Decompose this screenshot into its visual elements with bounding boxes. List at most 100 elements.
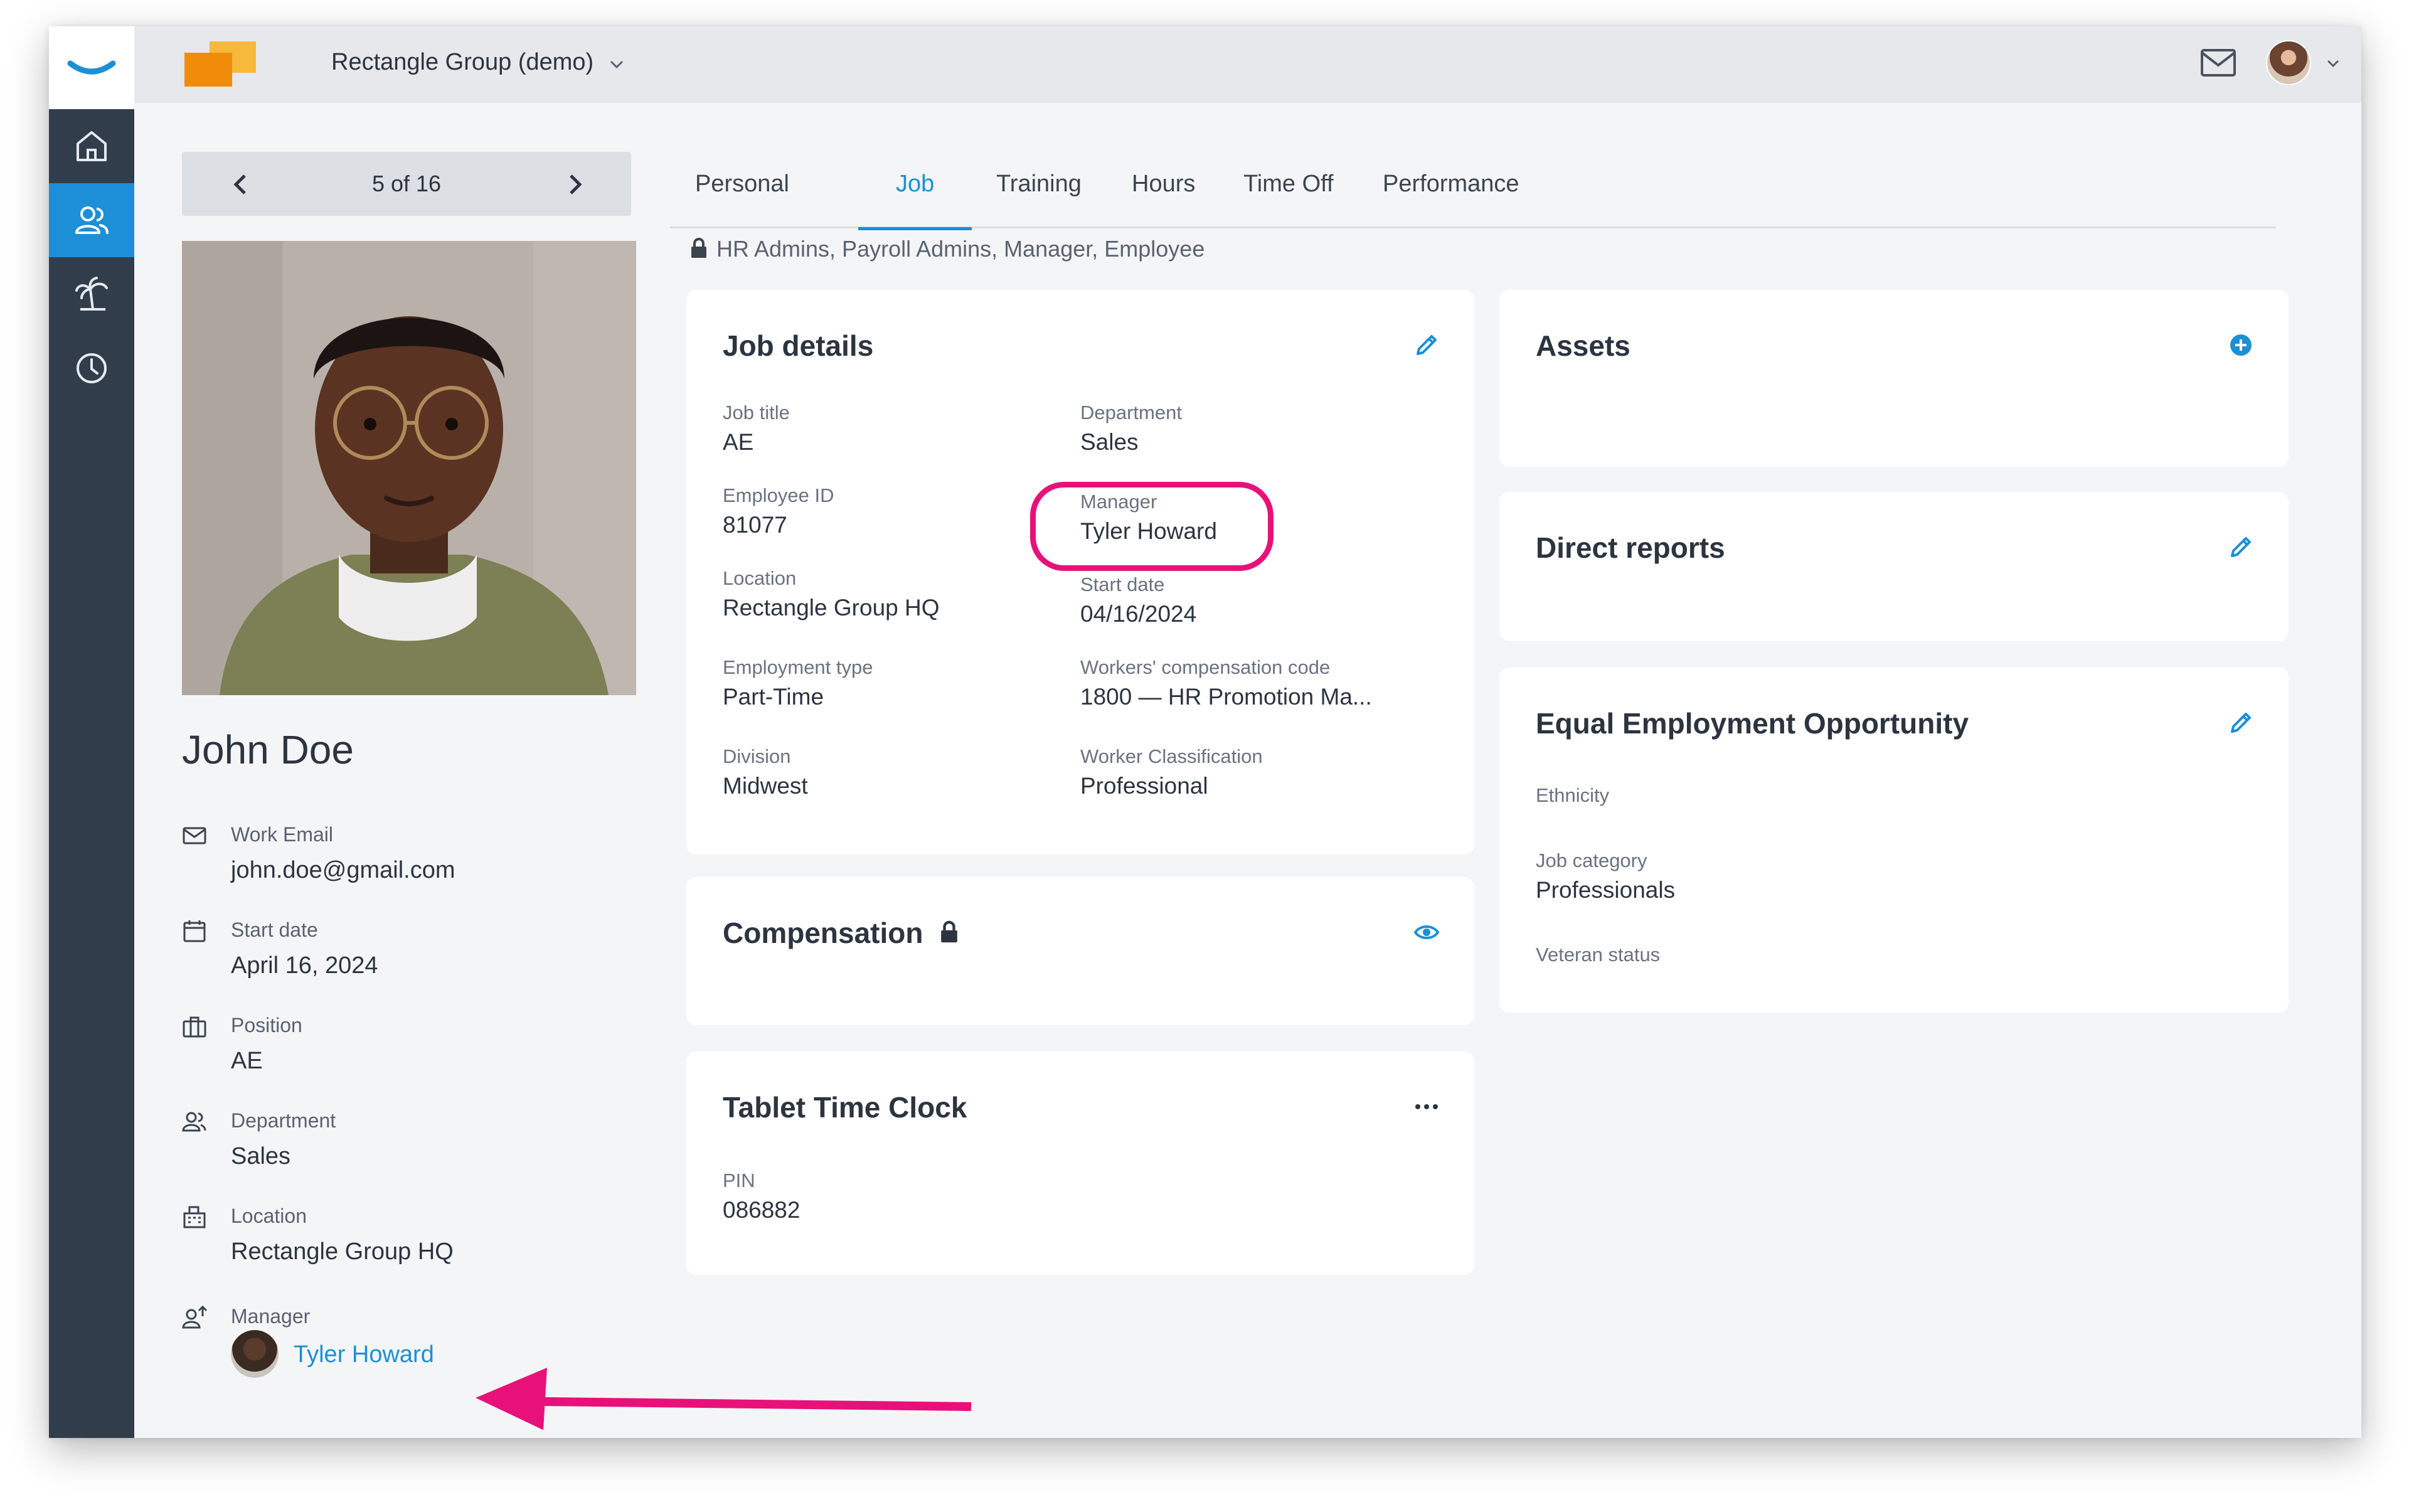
tab-time-off[interactable]: Time Off: [1243, 171, 1334, 228]
eeo-card: Equal Employment Opportunity Ethnicity J…: [1499, 668, 2289, 1013]
job-title-field: Job title AE: [723, 402, 790, 455]
mail-icon: [183, 827, 206, 844]
field-value: 1800 — HR Promotion Ma...: [1080, 684, 1372, 710]
field-label: Start date: [1080, 573, 1165, 595]
people-icon: [182, 1112, 206, 1132]
add-icon[interactable]: [2227, 331, 2255, 359]
field-label: Ethnicity: [1536, 784, 1610, 806]
chevron-down-icon[interactable]: [606, 54, 627, 75]
position-value: AE: [231, 1048, 263, 1074]
calendar-icon: [183, 920, 206, 942]
tab-hours[interactable]: Hours: [1132, 171, 1195, 228]
app-logo[interactable]: [49, 26, 134, 109]
permissions-text: HR Admins, Payroll Admins, Manager, Empl…: [716, 236, 1205, 262]
profile-photo: [182, 241, 636, 695]
field-value: Professionals: [1536, 877, 1676, 903]
department-label: Department: [231, 1109, 336, 1132]
field-label: Employment type: [723, 656, 873, 678]
job-category-field: Job category Professionals: [1536, 849, 1675, 903]
employee-id-field: Employee ID 81077: [723, 484, 834, 538]
work-email-row: Work Email john.doe@gmail.com: [182, 823, 634, 886]
field-value: Professional: [1080, 773, 1208, 799]
tab-job[interactable]: Job: [858, 171, 972, 230]
tablet-time-clock-card: Tablet Time Clock PIN 086882: [686, 1051, 1474, 1275]
field-label: Employee ID: [723, 484, 834, 506]
user-avatar[interactable]: [2266, 40, 2311, 85]
pin-field: PIN 086882: [723, 1169, 800, 1223]
field-label: Job category: [1536, 849, 1647, 871]
field-label: Veteran status: [1536, 944, 1661, 966]
field-label: Workers' compensation code: [1080, 656, 1331, 678]
location-row: Location Rectangle Group HQ: [182, 1205, 634, 1267]
palm-tree-icon: [75, 277, 108, 311]
building-icon: [183, 1206, 206, 1228]
mail-icon[interactable]: [2199, 48, 2237, 78]
veteran-status-field: Veteran status: [1536, 944, 1660, 966]
home-icon: [77, 131, 107, 161]
field-value: Midwest: [723, 773, 808, 799]
company-name[interactable]: Rectangle Group (demo): [331, 49, 593, 76]
eye-icon[interactable]: [1413, 918, 1440, 946]
start-date-value: April 16, 2024: [231, 952, 378, 979]
app-window: Rectangle Group (demo) 5 of 16 John Doe …: [49, 26, 2361, 1438]
more-options-icon[interactable]: [1413, 1093, 1440, 1121]
department-field: Department Sales: [1080, 402, 1182, 455]
field-value: 04/16/2024: [1080, 601, 1197, 627]
field-value: Sales: [1080, 429, 1139, 455]
card-title: Job details: [723, 329, 874, 362]
card-title: Equal Employment Opportunity: [1536, 707, 1969, 740]
work-email-value: john.doe@gmail.com: [231, 857, 455, 883]
lock-icon: [691, 238, 706, 258]
sidebar-item-people[interactable]: [49, 183, 134, 257]
annotation-arrow: [476, 1368, 972, 1430]
briefcase-icon: [183, 1016, 206, 1038]
chevron-right-icon[interactable]: [560, 169, 590, 200]
employee-pager: 5 of 16: [182, 152, 631, 216]
field-value: 086882: [723, 1197, 800, 1223]
sidebar: [49, 26, 134, 1438]
tab-personal[interactable]: Personal: [695, 171, 789, 228]
lock-icon: [941, 920, 958, 943]
field-value: Rectangle Group HQ: [723, 595, 940, 620]
card-title: Assets: [1536, 329, 1630, 362]
clock-icon: [77, 353, 107, 383]
position-label: Position: [231, 1014, 302, 1036]
position-row: Position AE: [182, 1014, 634, 1077]
pencil-icon[interactable]: [2227, 709, 2255, 737]
card-title: Compensation: [723, 916, 959, 950]
card-title: Direct reports: [1536, 531, 1725, 564]
tab-training[interactable]: Training: [996, 171, 1082, 228]
top-bar: Rectangle Group (demo): [134, 26, 2361, 103]
tab-performance[interactable]: Performance: [1383, 171, 1519, 228]
employee-name: John Doe: [182, 727, 354, 772]
classification-field: Worker Classification Professional: [1080, 745, 1263, 799]
sidebar-item-time-off[interactable]: [49, 257, 134, 331]
manager-label: Manager: [231, 1305, 311, 1328]
field-value: Part-Time: [723, 684, 824, 710]
field-label: Location: [723, 567, 797, 589]
pencil-icon[interactable]: [2227, 533, 2255, 561]
department-row: Department Sales: [182, 1109, 634, 1172]
compensation-card: Compensation: [686, 877, 1474, 1025]
manager-highlight-ring: [1030, 482, 1274, 571]
portrait-image: [182, 241, 636, 695]
company-logo: [184, 41, 256, 87]
division-field: Division Midwest: [723, 745, 808, 799]
start-date-field: Start date 04/16/2024: [1080, 573, 1196, 627]
location-value: Rectangle Group HQ: [231, 1238, 454, 1265]
profile-tabs: Personal Job Training Hours Time Off Per…: [670, 149, 2276, 230]
sidebar-item-home[interactable]: [49, 109, 134, 183]
field-value: AE: [723, 429, 754, 455]
department-value: Sales: [231, 1143, 291, 1169]
start-date-row: Start date April 16, 2024: [182, 918, 634, 981]
manager-icon: [182, 1305, 207, 1329]
field-label: Department: [1080, 402, 1182, 423]
manager-avatar[interactable]: [231, 1330, 279, 1378]
work-email-label: Work Email: [231, 823, 333, 846]
assets-card: Assets: [1499, 290, 2289, 467]
people-icon: [75, 206, 109, 234]
manager-link[interactable]: Tyler Howard: [294, 1341, 434, 1368]
pencil-icon[interactable]: [1413, 331, 1440, 359]
sidebar-item-hours[interactable]: [49, 331, 134, 405]
chevron-down-icon[interactable]: [2324, 54, 2343, 73]
